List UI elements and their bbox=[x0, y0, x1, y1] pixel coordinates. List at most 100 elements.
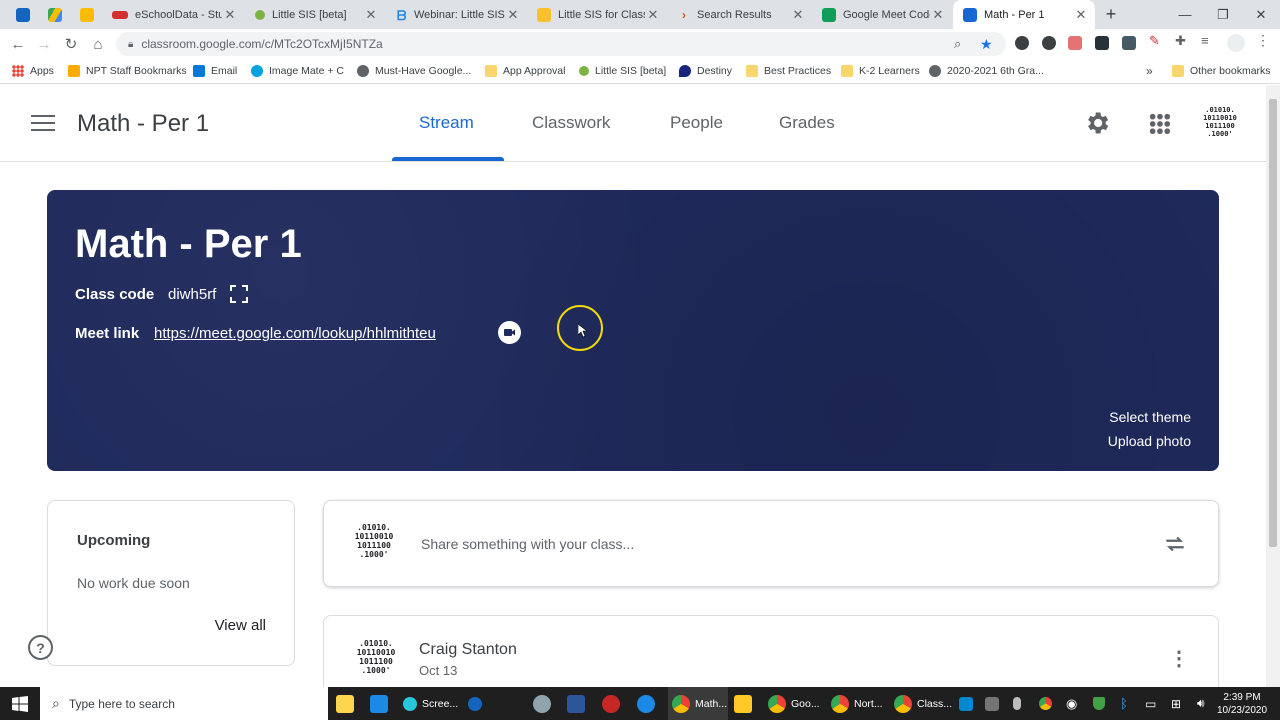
tab-drive[interactable] bbox=[38, 0, 68, 29]
tab-eschooldata[interactable]: eSchoolData - Stud ✕ bbox=[102, 0, 244, 29]
taskbar-explorer[interactable] bbox=[734, 687, 757, 720]
select-theme-link[interactable]: Select theme bbox=[1109, 409, 1191, 425]
bookmark-email[interactable]: Email bbox=[193, 62, 237, 80]
account-avatar[interactable]: .01010. 10110010 1011100 .1000' bbox=[1198, 103, 1242, 147]
taskbar-app-red[interactable] bbox=[602, 687, 625, 720]
taskbar-word[interactable] bbox=[567, 687, 590, 720]
tab-stream[interactable]: Stream bbox=[419, 113, 474, 133]
taskbar-chrome-north[interactable]: Nort... bbox=[831, 687, 883, 720]
taskbar-chrome-google[interactable]: Goo... bbox=[768, 687, 820, 720]
taskbar-chrome-class[interactable]: Class... bbox=[894, 687, 952, 720]
tab-classwork[interactable]: Classwork bbox=[532, 113, 610, 133]
taskbar-chrome-math[interactable]: Math... bbox=[668, 687, 728, 720]
bookmark-other-bookmarks[interactable]: Other bookmarks bbox=[1172, 62, 1271, 80]
bookmark-apps[interactable]: Apps bbox=[12, 62, 54, 80]
google-apps-icon[interactable] bbox=[1149, 113, 1171, 135]
extension-vpn-icon[interactable] bbox=[1042, 36, 1056, 50]
taskbar-edge[interactable] bbox=[637, 687, 660, 720]
tab-close-icon[interactable]: ✕ bbox=[363, 7, 379, 23]
taskbar-cortana[interactable] bbox=[468, 687, 487, 720]
minimize-button[interactable]: — bbox=[1166, 0, 1204, 29]
new-tab-button[interactable]: + bbox=[1096, 0, 1126, 29]
settings-gear-icon[interactable] bbox=[1083, 109, 1111, 137]
taskbar-app-blue[interactable] bbox=[959, 687, 978, 720]
start-button[interactable] bbox=[12, 687, 28, 720]
tab-keep[interactable] bbox=[70, 0, 100, 29]
fullscreen-code-icon[interactable] bbox=[230, 285, 248, 303]
bookmark-best-practices[interactable]: Best Practices bbox=[746, 62, 831, 80]
tab-math-per-1[interactable]: Math - Per 1 ✕ bbox=[953, 0, 1095, 29]
tab-close-icon[interactable]: ✕ bbox=[222, 7, 238, 23]
home-button[interactable]: ⌂ bbox=[88, 34, 108, 54]
page-scrollbar[interactable] bbox=[1266, 85, 1280, 687]
bookmark-little-sis[interactable]: Little SIS [beta] bbox=[579, 62, 666, 80]
bookmark-npt-staff[interactable]: NPT Staff Bookmarks bbox=[68, 62, 187, 80]
more-bookmarks-button[interactable]: » bbox=[1146, 62, 1153, 80]
bookmark-6th-grade[interactable]: 2020-2021 6th Gra... bbox=[929, 62, 1044, 80]
tab-people[interactable]: People bbox=[670, 113, 723, 133]
tray-volume-icon[interactable]: 🔊︎ bbox=[1197, 687, 1205, 720]
extension-capture-icon[interactable] bbox=[1122, 36, 1136, 50]
bookmark-image-mate[interactable]: Image Mate + C bbox=[251, 62, 344, 80]
bookmark-destiny[interactable]: Destiny bbox=[679, 62, 732, 80]
tab-webinar[interactable]: ᗷ Webinar: Little SIS f ✕ bbox=[387, 0, 527, 29]
window-close-button[interactable]: ✕ bbox=[1242, 0, 1280, 29]
share-input[interactable]: Share something with your class... bbox=[421, 536, 634, 552]
tab-close-icon[interactable]: ✕ bbox=[645, 7, 661, 23]
extensions-puzzle-icon[interactable]: ✚ bbox=[1175, 33, 1189, 48]
share-card[interactable]: .01010. 10110010 1011100 .1000' Share so… bbox=[323, 500, 1219, 587]
tray-microphone-icon[interactable] bbox=[1013, 687, 1026, 720]
upload-photo-link[interactable]: Upload photo bbox=[1108, 433, 1191, 449]
bookmark-k2-learners[interactable]: K-2 Learners bbox=[841, 62, 920, 80]
class-title[interactable]: Math - Per 1 bbox=[77, 110, 209, 138]
tab-search-results[interactable]: › Search Results ✕ bbox=[672, 0, 812, 29]
post-more-options-icon[interactable]: ⋮ bbox=[1169, 646, 1189, 671]
meet-link-url[interactable]: https://meet.google.com/lookup/hhlmithte… bbox=[154, 325, 436, 342]
zoom-icon[interactable]: ⌕ bbox=[954, 36, 961, 52]
tab-google-meet-code[interactable]: Google Meet Code ✕ bbox=[812, 0, 952, 29]
bookmark-app-approval[interactable]: App Approval bbox=[485, 62, 565, 80]
scrollbar-thumb[interactable] bbox=[1269, 99, 1277, 547]
tab-outlook[interactable] bbox=[6, 0, 32, 29]
main-menu-icon[interactable] bbox=[31, 115, 55, 133]
taskbar-screencast[interactable]: Scree... bbox=[403, 687, 458, 720]
tab-close-icon[interactable]: ✕ bbox=[790, 7, 806, 23]
taskbar-app-gray[interactable] bbox=[985, 687, 1004, 720]
bookmark-must-have-google[interactable]: Must-Have Google... bbox=[357, 62, 471, 80]
back-button[interactable]: ← bbox=[8, 34, 28, 54]
taskbar-file-explorer[interactable] bbox=[336, 687, 359, 720]
tray-bluetooth-icon[interactable]: ᛒ bbox=[1120, 687, 1128, 720]
tray-network-icon[interactable]: ⊞ bbox=[1171, 687, 1181, 720]
tab-close-icon[interactable]: ✕ bbox=[930, 7, 946, 23]
taskbar-search-box[interactable]: ⌕ Type here to search bbox=[40, 687, 328, 720]
extension-pen-icon[interactable]: ✎ bbox=[1149, 33, 1163, 48]
profile-avatar-icon[interactable] bbox=[1227, 34, 1245, 52]
maximize-button[interactable]: ❐ bbox=[1204, 0, 1242, 29]
video-camera-icon[interactable] bbox=[498, 321, 521, 344]
show-desktop-button[interactable] bbox=[1268, 687, 1274, 720]
tab-close-icon[interactable]: ✕ bbox=[505, 7, 521, 23]
extension-screencast-icon[interactable] bbox=[1095, 36, 1109, 50]
tab-close-icon[interactable]: ✕ bbox=[1073, 7, 1089, 23]
extension-puzzle-badge-icon[interactable] bbox=[1068, 36, 1082, 50]
tray-shield-icon[interactable] bbox=[1093, 687, 1110, 720]
tab-little-sis-classroom[interactable]: Little SIS for Classro ✕ bbox=[527, 0, 667, 29]
taskbar-clock[interactable]: 2:39 PM 10/23/2020 bbox=[1217, 687, 1267, 720]
help-icon[interactable]: ? bbox=[28, 635, 53, 660]
forward-button[interactable]: → bbox=[34, 34, 54, 54]
tray-chrome-icon[interactable] bbox=[1039, 687, 1057, 720]
tray-target-icon[interactable]: ◉ bbox=[1066, 687, 1077, 720]
view-all-link[interactable]: View all bbox=[215, 617, 266, 634]
tab-grades[interactable]: Grades bbox=[779, 113, 835, 133]
taskbar-app-cloud[interactable] bbox=[533, 687, 556, 720]
reuse-post-icon[interactable] bbox=[1162, 531, 1188, 557]
tray-battery-icon[interactable]: ▭ bbox=[1145, 687, 1156, 720]
address-bar[interactable]: 🔒︎ classroom.google.com/c/MTc2OTcxMjI5NT… bbox=[116, 32, 1006, 56]
reading-list-icon[interactable]: ≡ bbox=[1201, 33, 1215, 48]
taskbar-calculator[interactable] bbox=[370, 687, 393, 720]
extension-shield-icon[interactable] bbox=[1015, 36, 1029, 50]
reload-button[interactable]: ↻ bbox=[61, 34, 81, 54]
tab-little-sis[interactable]: Little SIS [beta] ✕ bbox=[245, 0, 385, 29]
bookmark-star-icon[interactable]: ★ bbox=[980, 36, 993, 53]
browser-menu-icon[interactable]: ⋮ bbox=[1256, 32, 1270, 48]
